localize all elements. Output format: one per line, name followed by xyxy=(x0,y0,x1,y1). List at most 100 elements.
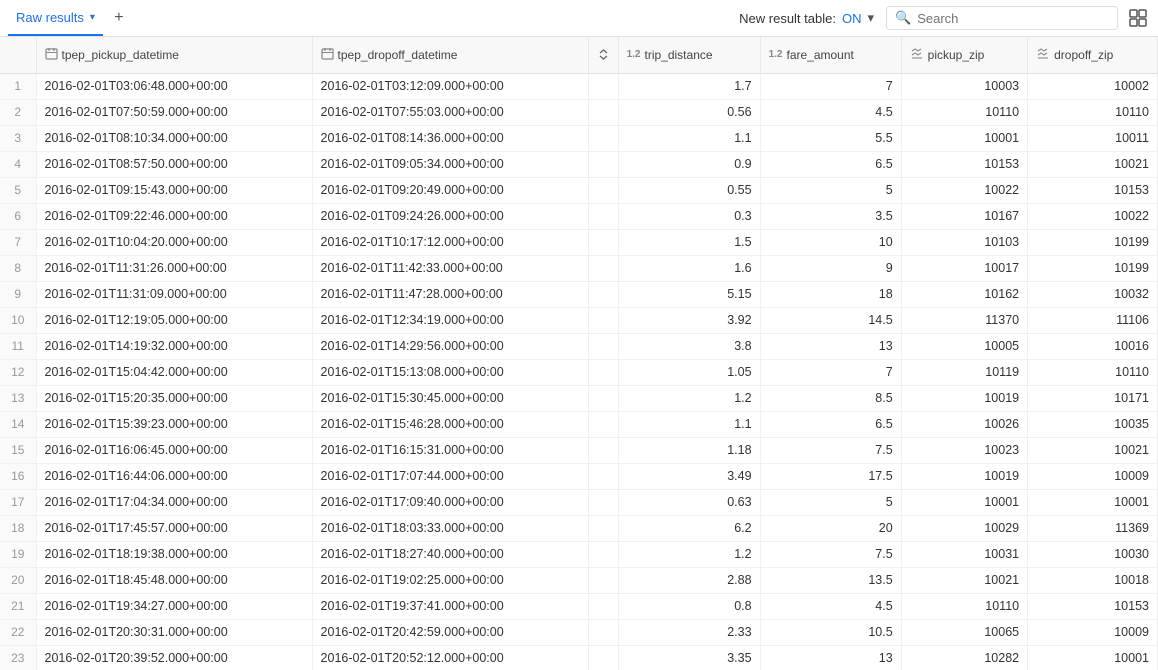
table-row: 4 2016-02-01T08:57:50.000+00:00 2016-02-… xyxy=(0,151,1158,177)
cell-pzip: 10167 xyxy=(901,203,1027,229)
cell-empty xyxy=(588,177,618,203)
table-row: 21 2016-02-01T19:34:27.000+00:00 2016-02… xyxy=(0,593,1158,619)
cell-fare: 4.5 xyxy=(760,593,901,619)
cell-fare: 9 xyxy=(760,255,901,281)
cell-pickup: 2016-02-01T15:20:35.000+00:00 xyxy=(36,385,312,411)
cell-dropoff: 2016-02-01T15:30:45.000+00:00 xyxy=(312,385,588,411)
numeric-icon: 1.2 xyxy=(627,49,641,60)
col-pickup-zip[interactable]: pickup_zip xyxy=(901,37,1027,73)
cell-dzip: 10199 xyxy=(1028,229,1158,255)
cell-fare: 3.5 xyxy=(760,203,901,229)
sort-arrows-icon xyxy=(597,48,610,61)
cell-empty xyxy=(588,125,618,151)
cell-dist: 0.3 xyxy=(618,203,760,229)
cell-dist: 1.5 xyxy=(618,229,760,255)
cell-empty xyxy=(588,333,618,359)
cell-row-num: 13 xyxy=(0,385,36,411)
col-fare-amount[interactable]: 1.2 fare_amount xyxy=(760,37,901,73)
cell-dropoff: 2016-02-01T16:15:31.000+00:00 xyxy=(312,437,588,463)
cell-fare: 7 xyxy=(760,73,901,99)
table-row: 8 2016-02-01T11:31:26.000+00:00 2016-02-… xyxy=(0,255,1158,281)
cell-dzip: 10199 xyxy=(1028,255,1158,281)
cell-pickup: 2016-02-01T17:04:34.000+00:00 xyxy=(36,489,312,515)
cell-row-num: 9 xyxy=(0,281,36,307)
cell-row-num: 17 xyxy=(0,489,36,515)
cell-fare: 5 xyxy=(760,489,901,515)
cell-row-num: 14 xyxy=(0,411,36,437)
cell-pickup: 2016-02-01T20:30:31.000+00:00 xyxy=(36,619,312,645)
cell-dropoff: 2016-02-01T19:37:41.000+00:00 xyxy=(312,593,588,619)
cell-dropoff: 2016-02-01T15:13:08.000+00:00 xyxy=(312,359,588,385)
results-table: tpep_pickup_datetime tpep_dropoff_dateti… xyxy=(0,37,1158,670)
cell-fare: 5.5 xyxy=(760,125,901,151)
cell-dzip: 10030 xyxy=(1028,541,1158,567)
cell-dropoff: 2016-02-01T03:12:09.000+00:00 xyxy=(312,73,588,99)
table-row: 7 2016-02-01T10:04:20.000+00:00 2016-02-… xyxy=(0,229,1158,255)
raw-results-tab[interactable]: Raw results ▾ xyxy=(8,0,103,36)
cell-fare: 18 xyxy=(760,281,901,307)
col-sort[interactable] xyxy=(588,37,618,73)
cell-dist: 0.8 xyxy=(618,593,760,619)
cell-dist: 1.2 xyxy=(618,385,760,411)
cell-pickup: 2016-02-01T09:22:46.000+00:00 xyxy=(36,203,312,229)
cell-pzip: 10019 xyxy=(901,463,1027,489)
cell-dropoff: 2016-02-01T18:03:33.000+00:00 xyxy=(312,515,588,541)
search-box[interactable]: 🔍 xyxy=(886,6,1118,30)
cell-dropoff: 2016-02-01T20:42:59.000+00:00 xyxy=(312,619,588,645)
cell-pzip: 10065 xyxy=(901,619,1027,645)
new-result-table-chevron-icon[interactable]: ▾ xyxy=(867,10,874,26)
cell-dropoff: 2016-02-01T09:05:34.000+00:00 xyxy=(312,151,588,177)
cell-pzip: 10017 xyxy=(901,255,1027,281)
cell-pickup: 2016-02-01T12:19:05.000+00:00 xyxy=(36,307,312,333)
cell-empty xyxy=(588,359,618,385)
cell-row-num: 22 xyxy=(0,619,36,645)
cell-fare: 6.5 xyxy=(760,151,901,177)
cell-row-num: 11 xyxy=(0,333,36,359)
cell-empty xyxy=(588,307,618,333)
cell-row-num: 1 xyxy=(0,73,36,99)
table-body: 1 2016-02-01T03:06:48.000+00:00 2016-02-… xyxy=(0,73,1158,670)
col-dropoff-zip[interactable]: dropoff_zip xyxy=(1028,37,1158,73)
col-trip-distance[interactable]: 1.2 trip_distance xyxy=(618,37,760,73)
cell-pickup: 2016-02-01T14:19:32.000+00:00 xyxy=(36,333,312,359)
add-tab-button[interactable]: + xyxy=(107,6,131,30)
cell-dzip: 11369 xyxy=(1028,515,1158,541)
cell-fare: 5 xyxy=(760,177,901,203)
search-input[interactable] xyxy=(917,11,1109,26)
layout-icon[interactable] xyxy=(1126,6,1150,30)
cell-row-num: 3 xyxy=(0,125,36,151)
col-dropoff-datetime[interactable]: tpep_dropoff_datetime xyxy=(312,37,588,73)
cell-dist: 0.9 xyxy=(618,151,760,177)
col-pickup-datetime[interactable]: tpep_pickup_datetime xyxy=(36,37,312,73)
cell-pzip: 10282 xyxy=(901,645,1027,670)
cell-row-num: 4 xyxy=(0,151,36,177)
cell-empty xyxy=(588,489,618,515)
cell-pzip: 10003 xyxy=(901,73,1027,99)
cell-empty xyxy=(588,593,618,619)
cell-dzip: 10011 xyxy=(1028,125,1158,151)
cell-empty xyxy=(588,229,618,255)
cell-pzip: 10110 xyxy=(901,99,1027,125)
table-header-row: tpep_pickup_datetime tpep_dropoff_dateti… xyxy=(0,37,1158,73)
table-row: 13 2016-02-01T15:20:35.000+00:00 2016-02… xyxy=(0,385,1158,411)
cell-dzip: 10001 xyxy=(1028,489,1158,515)
numeric-icon3 xyxy=(910,47,924,63)
cell-dropoff: 2016-02-01T07:55:03.000+00:00 xyxy=(312,99,588,125)
datetime-icon xyxy=(45,47,58,63)
cell-row-num: 5 xyxy=(0,177,36,203)
cell-pickup: 2016-02-01T15:04:42.000+00:00 xyxy=(36,359,312,385)
cell-dropoff: 2016-02-01T11:42:33.000+00:00 xyxy=(312,255,588,281)
cell-fare: 10 xyxy=(760,229,901,255)
table-row: 15 2016-02-01T16:06:45.000+00:00 2016-02… xyxy=(0,437,1158,463)
table-row: 16 2016-02-01T16:44:06.000+00:00 2016-02… xyxy=(0,463,1158,489)
cell-row-num: 20 xyxy=(0,567,36,593)
raw-results-label: Raw results xyxy=(16,10,84,25)
new-result-table-value: ON xyxy=(842,11,862,26)
cell-dist: 1.18 xyxy=(618,437,760,463)
col-pzip-label: pickup_zip xyxy=(928,48,985,62)
table-row: 22 2016-02-01T20:30:31.000+00:00 2016-02… xyxy=(0,619,1158,645)
cell-pickup: 2016-02-01T11:31:26.000+00:00 xyxy=(36,255,312,281)
cell-dropoff: 2016-02-01T20:52:12.000+00:00 xyxy=(312,645,588,670)
cell-fare: 20 xyxy=(760,515,901,541)
cell-empty xyxy=(588,255,618,281)
